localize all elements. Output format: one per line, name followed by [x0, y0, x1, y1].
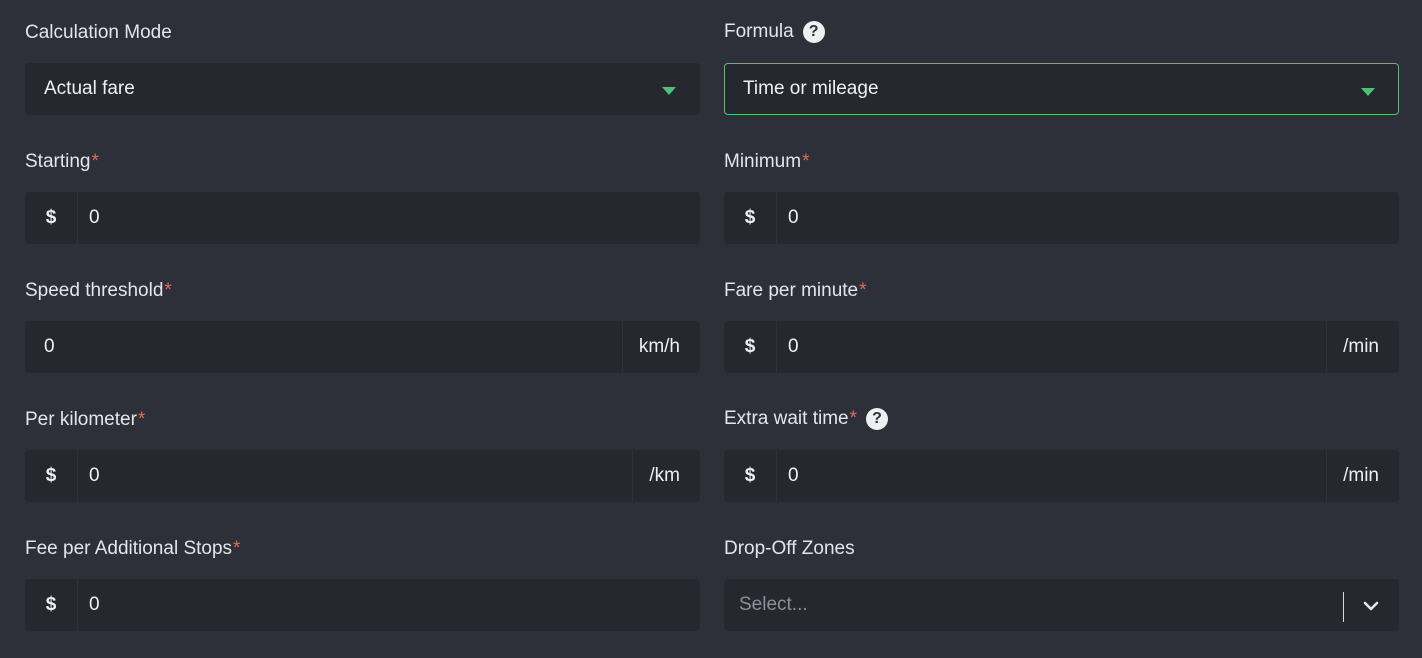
currency-prefix: $ [25, 192, 78, 244]
fee-additional-stops-input[interactable]: $ 0 [25, 579, 700, 631]
dropoff-zones-placeholder: Select... [739, 594, 808, 615]
dropoff-zones-label: Drop-Off Zones [724, 538, 855, 559]
formula-value: Time or mileage [743, 78, 879, 99]
currency-prefix: $ [25, 450, 78, 502]
select-separator [1343, 592, 1344, 622]
speed-threshold-value: 0 [44, 336, 55, 357]
unit-suffix: /km [632, 450, 700, 502]
calc-mode-select[interactable]: Actual fare [25, 63, 700, 115]
unit-suffix: /min [1326, 321, 1399, 373]
starting-input[interactable]: $ 0 [25, 192, 700, 244]
minimum-label: Minimum * [724, 151, 810, 172]
unit-suffix: km/h [621, 321, 700, 373]
extra-wait-time-input[interactable]: $ 0 /min [724, 450, 1399, 502]
starting-value: 0 [89, 207, 100, 228]
currency-prefix: $ [25, 579, 78, 631]
currency-prefix: $ [724, 450, 777, 502]
speed-threshold-input[interactable]: 0 km/h [25, 321, 700, 373]
currency-prefix: $ [724, 321, 777, 373]
formula-label: Formula ? [724, 20, 825, 44]
per-kilometer-input[interactable]: $ 0 /km [25, 450, 700, 502]
formula-select[interactable]: Time or mileage [724, 63, 1399, 115]
question-circle-icon[interactable]: ? [866, 408, 888, 430]
speed-threshold-label: Speed threshold * [25, 280, 172, 301]
chevron-down-icon[interactable] [1361, 596, 1381, 616]
per-kilometer-value: 0 [89, 465, 100, 486]
extra-wait-time-label: Extra wait time * ? [724, 407, 888, 431]
caret-down-icon [1361, 88, 1375, 96]
dropoff-zones-select[interactable]: Select... [724, 579, 1399, 631]
caret-down-icon [662, 87, 676, 95]
calc-mode-label: Calculation Mode [25, 22, 172, 43]
fare-per-minute-label: Fare per minute * [724, 280, 867, 301]
starting-label: Starting * [25, 151, 99, 172]
fare-per-minute-input[interactable]: $ 0 /min [724, 321, 1399, 373]
fee-additional-stops-label: Fee per Additional Stops * [25, 538, 241, 559]
minimum-input[interactable]: $ 0 [724, 192, 1399, 244]
minimum-value: 0 [788, 207, 799, 228]
question-circle-icon[interactable]: ? [802, 21, 825, 43]
calc-mode-value: Actual fare [44, 78, 135, 99]
fee-additional-stops-value: 0 [89, 594, 100, 615]
unit-suffix: /min [1326, 450, 1399, 502]
fare-per-minute-value: 0 [788, 336, 799, 357]
currency-prefix: $ [724, 192, 777, 244]
per-kilometer-label: Per kilometer * [25, 409, 146, 430]
extra-wait-time-value: 0 [788, 465, 799, 486]
